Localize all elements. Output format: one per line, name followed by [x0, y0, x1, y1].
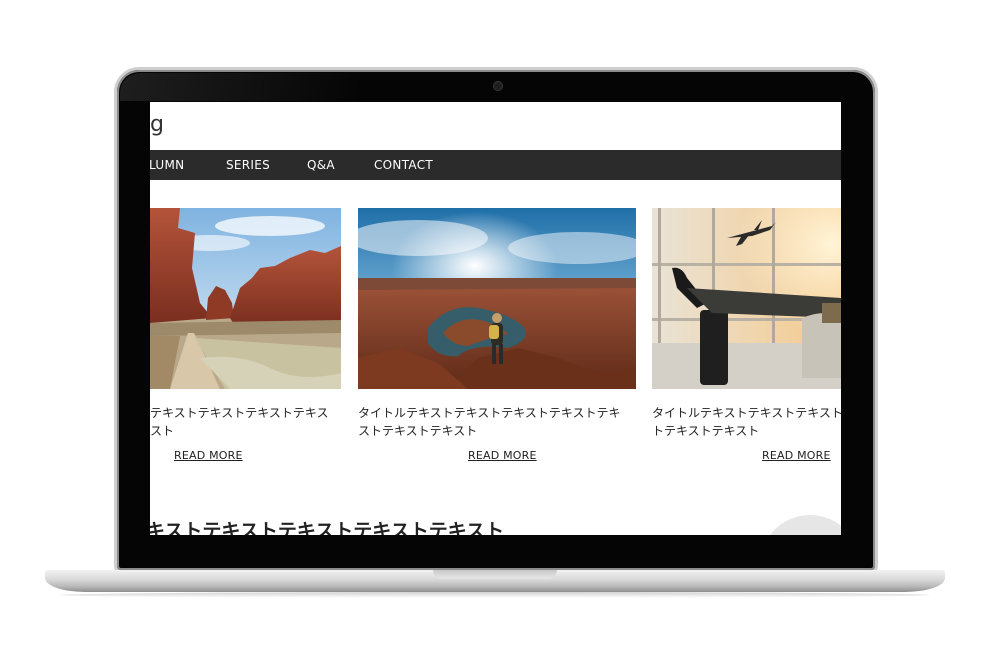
read-more-link-2[interactable]: READ MORE	[468, 449, 537, 462]
laptop-shadow	[60, 592, 930, 598]
nav-item-series[interactable]: SERIES	[226, 150, 270, 180]
laptop-opening-notch	[433, 570, 557, 579]
main-nav: LUMN SERIES Q&A CONTACT	[150, 150, 841, 180]
canyon-image	[358, 208, 636, 389]
webcam-icon	[494, 82, 502, 90]
laptop-mockup: og LUMN SERIES Q&A CONTACT	[0, 0, 1000, 667]
site-header: og	[150, 102, 841, 150]
card-image-desert-road[interactable]	[150, 208, 341, 389]
card-title-3[interactable]: タイトルテキストテキストテキストテキストテ トテキストテキスト	[652, 404, 841, 440]
card-title-2-line2: ストテキストテキスト	[358, 424, 478, 438]
card-title-1[interactable]: テキストテキストテキストテキス スト	[150, 404, 329, 440]
card-title-1-line2: スト	[150, 424, 175, 438]
nav-item-contact[interactable]: CONTACT	[374, 150, 433, 180]
card-title-1-line1: テキストテキストテキストテキス	[150, 406, 329, 420]
desert-road-image	[150, 208, 341, 389]
card-image-canyon[interactable]	[358, 208, 636, 389]
site-logo[interactable]: og	[150, 112, 164, 137]
nav-item-column[interactable]: LUMN	[150, 150, 184, 180]
airport-image	[652, 208, 841, 389]
section-heading: キストテキストテキストテキストテキスト	[150, 520, 505, 535]
card-title-3-line2: トテキストテキスト	[652, 424, 760, 438]
nav-item-qa[interactable]: Q&A	[307, 150, 335, 180]
scroll-top-button[interactable]	[760, 515, 841, 535]
read-more-link-3[interactable]: READ MORE	[762, 449, 831, 462]
card-title-3-line1: タイトルテキストテキストテキストテキストテ	[652, 406, 841, 420]
card-title-2[interactable]: タイトルテキストテキストテキストテキストテキ ストテキストテキスト	[358, 404, 621, 440]
read-more-link-1[interactable]: READ MORE	[174, 449, 243, 462]
card-image-airport[interactable]	[652, 208, 841, 389]
card-title-2-line1: タイトルテキストテキストテキストテキストテキ	[358, 406, 621, 420]
laptop-screen: og LUMN SERIES Q&A CONTACT	[150, 102, 841, 535]
